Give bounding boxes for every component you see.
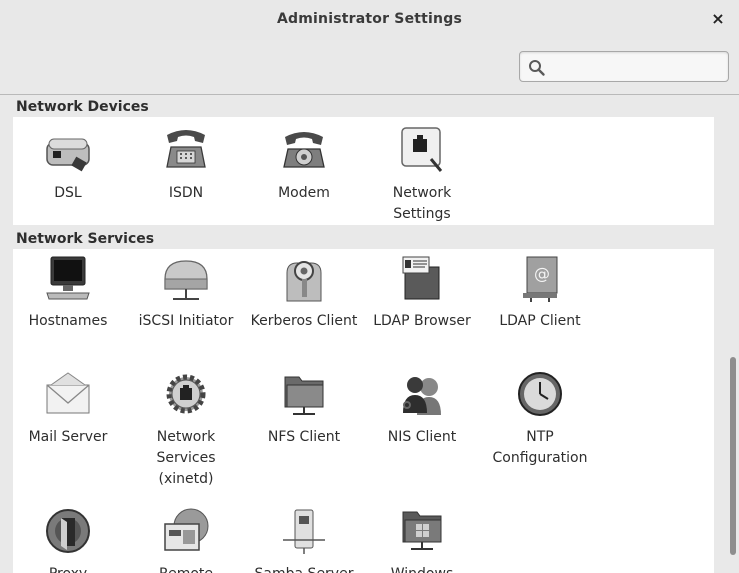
item-mail-server[interactable]: Mail Server xyxy=(9,369,127,448)
remote-admin-icon xyxy=(164,508,209,551)
ldap-client-icon: @ xyxy=(523,256,558,302)
item-hostnames[interactable]: Hostnames xyxy=(9,253,127,332)
item-label: iSCSI Initiator xyxy=(138,313,234,329)
item-label: Mail Server xyxy=(28,429,108,445)
gear-network-icon xyxy=(166,374,206,414)
windows-folder-icon xyxy=(402,511,442,550)
item-label: LDAP Client xyxy=(499,313,581,329)
item-label: Windows xyxy=(363,564,481,573)
item-ntp-configuration[interactable]: NTP Configuration xyxy=(481,369,599,469)
mail-envelope-icon xyxy=(46,372,90,414)
search-icon xyxy=(529,60,545,76)
window-title: Administrator Settings xyxy=(277,11,462,27)
item-samba-server[interactable]: Samba Server xyxy=(245,506,363,573)
item-proxy[interactable]: Proxy xyxy=(9,506,127,573)
network-settings-icon xyxy=(401,127,443,172)
proxy-globe-icon xyxy=(46,509,90,553)
item-label: Modem xyxy=(278,185,330,201)
svg-text:@: @ xyxy=(534,264,550,283)
hostnames-monitor-icon xyxy=(46,256,90,300)
item-label: Network Settings xyxy=(392,185,452,222)
item-label: Kerberos Client xyxy=(250,313,358,329)
item-modem[interactable]: Modem xyxy=(245,125,363,204)
network-devices-panel: DSL ISDN Modem Network Settings xyxy=(13,117,714,225)
isdn-phone-icon xyxy=(166,130,206,168)
search-input[interactable] xyxy=(552,56,722,78)
ntp-clock-icon xyxy=(518,372,562,416)
item-network-settings[interactable]: Network Settings xyxy=(363,125,481,225)
section-title-network-services: Network Services xyxy=(16,231,155,247)
item-windows[interactable]: Windows xyxy=(363,506,481,573)
item-nfs-client[interactable]: NFS Client xyxy=(245,369,363,448)
admin-settings-window: Administrator Settings × Network Devices… xyxy=(0,0,739,573)
item-iscsi-initiator[interactable]: iSCSI Initiator xyxy=(127,253,245,332)
item-label: NIS Client xyxy=(387,429,457,445)
network-services-panel: Hostnames iSCSI Initiator Kerberos Clien… xyxy=(13,249,714,573)
item-label: NTP Configuration xyxy=(492,429,588,466)
close-icon[interactable]: × xyxy=(710,9,726,29)
nfs-folder-icon xyxy=(284,376,324,415)
item-label: NFS Client xyxy=(267,429,341,445)
dsl-modem-icon xyxy=(46,138,90,172)
item-label: LDAP Browser xyxy=(373,313,471,329)
title-bar: Administrator Settings × xyxy=(0,0,739,40)
item-network-services-xinetd[interactable]: Network Services (xinetd) xyxy=(127,369,245,490)
item-dsl[interactable]: DSL xyxy=(9,125,127,204)
item-label: Proxy xyxy=(9,564,127,573)
item-isdn[interactable]: ISDN xyxy=(127,125,245,204)
search-field[interactable] xyxy=(519,51,729,82)
ldap-browser-icon xyxy=(402,256,440,300)
item-ldap-client[interactable]: @ LDAP Client xyxy=(481,253,599,332)
vertical-scrollbar[interactable] xyxy=(728,95,739,573)
item-kerberos-client[interactable]: Kerberos Client xyxy=(245,253,363,332)
settings-content[interactable]: Network Devices DSL ISDN Modem Network S… xyxy=(0,95,739,573)
item-label: Hostnames xyxy=(28,313,108,329)
nis-users-icon xyxy=(403,377,441,415)
item-nis-client[interactable]: NIS Client xyxy=(363,369,481,448)
item-label: Samba Server xyxy=(245,564,363,573)
item-label: DSL xyxy=(54,185,82,201)
item-label: Network Services (xinetd) xyxy=(156,429,216,487)
samba-server-icon xyxy=(283,509,325,554)
item-remote[interactable]: Remote xyxy=(127,506,245,573)
section-title-network-devices: Network Devices xyxy=(16,99,149,115)
scrollbar-thumb[interactable] xyxy=(730,357,736,555)
modem-phone-icon xyxy=(283,132,325,168)
iscsi-drive-icon xyxy=(164,260,208,300)
item-label: ISDN xyxy=(168,185,204,201)
kerberos-key-icon xyxy=(286,261,322,302)
item-label: Remote xyxy=(127,564,245,573)
item-ldap-browser[interactable]: LDAP Browser xyxy=(363,253,481,332)
